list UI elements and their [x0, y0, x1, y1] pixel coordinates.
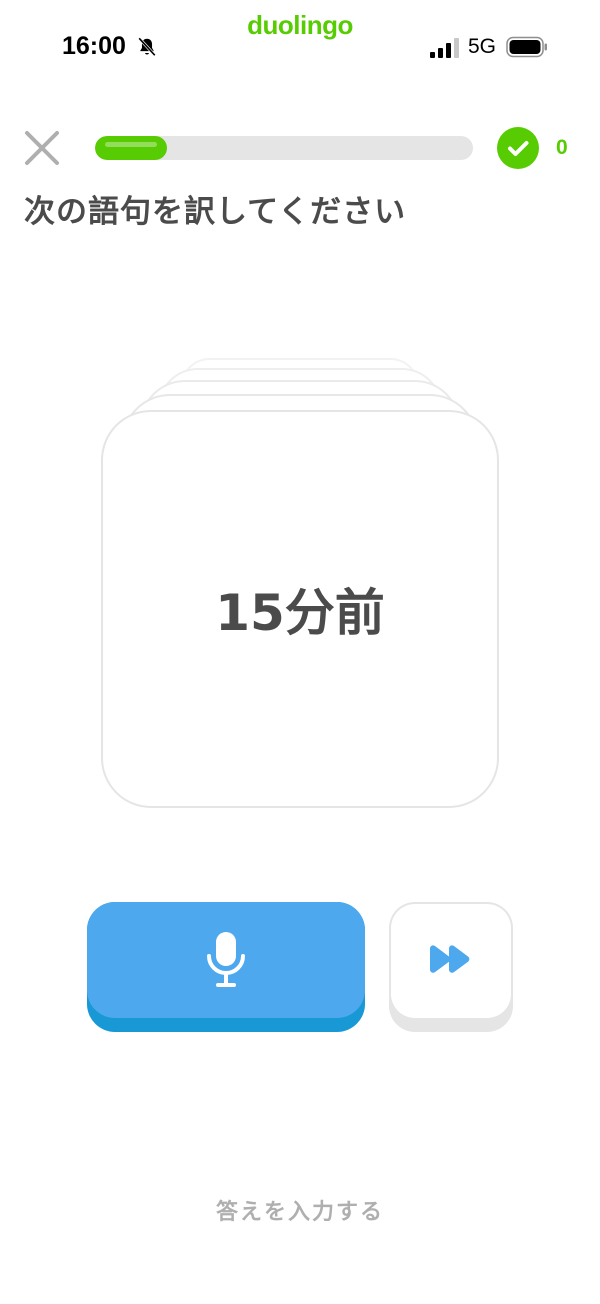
- type-answer-link[interactable]: 答えを入力する: [0, 1194, 600, 1226]
- microphone-button[interactable]: [87, 902, 365, 1032]
- correct-count: 0: [556, 136, 568, 159]
- lesson-progress-fill: [95, 136, 167, 160]
- status-bar: duolingo 16:00 5G: [0, 0, 600, 80]
- microphone-button-face[interactable]: [87, 902, 365, 1018]
- lesson-progress-bar: [95, 136, 473, 160]
- skip-button[interactable]: [389, 902, 513, 1032]
- bell-slash-icon: [138, 37, 156, 57]
- check-circle-icon: [497, 127, 539, 169]
- microphone-icon: [207, 932, 245, 987]
- skip-button-face[interactable]: [391, 904, 511, 1018]
- signal-icon: [430, 38, 459, 58]
- battery-icon: [506, 36, 547, 58]
- instruction-heading: 次の語句を訳してください: [24, 194, 407, 230]
- flashcard: 15分前: [101, 410, 499, 808]
- fast-forward-icon: [430, 945, 470, 973]
- network-type: 5G: [468, 35, 497, 58]
- close-icon[interactable]: [22, 128, 62, 168]
- status-time: 16:00: [62, 32, 126, 60]
- progress-shine: [105, 142, 157, 147]
- flashcard-text: 15分前: [215, 584, 385, 642]
